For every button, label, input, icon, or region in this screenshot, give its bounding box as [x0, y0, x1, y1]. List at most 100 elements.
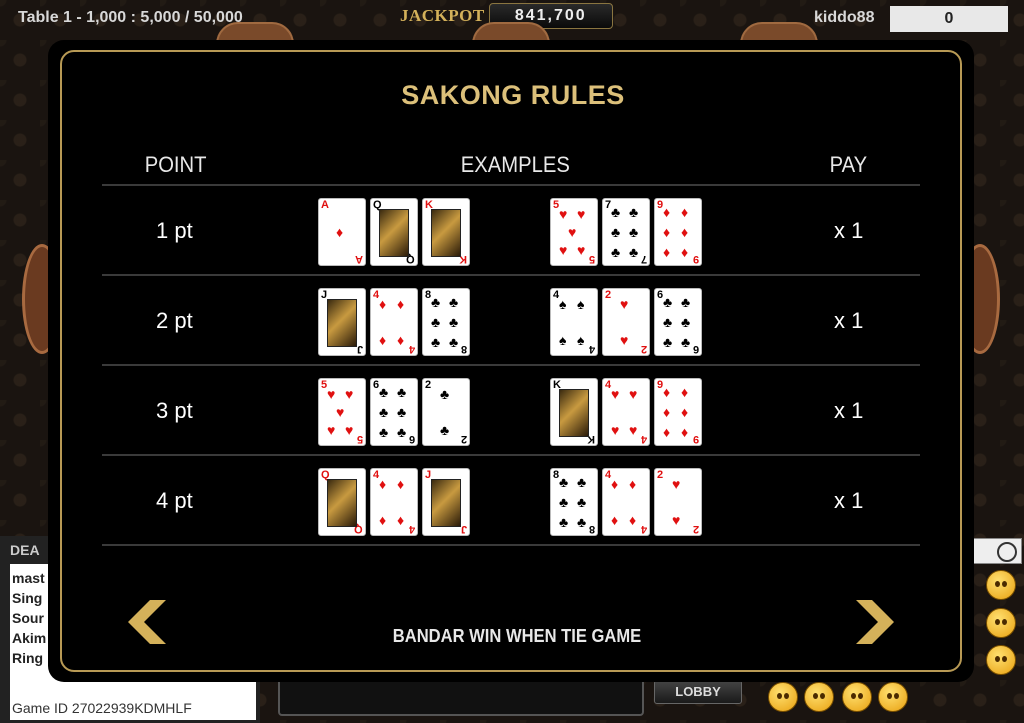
card-rank: 2: [640, 343, 647, 355]
card-suit-pip: ♣: [663, 314, 673, 330]
playing-card: 2 2 ♣ ♣: [422, 378, 470, 446]
card-suit-pip: ♠: [559, 332, 567, 348]
header-examples: EXAMPLES: [460, 152, 570, 177]
card-suit-pip: ♣: [577, 494, 587, 510]
card-suit-pip: ♦: [681, 404, 689, 420]
card-rank: 4: [408, 523, 415, 535]
card-rank: 2: [460, 433, 467, 445]
balance-display: 0: [890, 6, 1008, 32]
playing-card: 2 2 ♥ ♥: [602, 288, 650, 356]
playing-card: JJ: [318, 288, 366, 356]
card-suit-pip: ♦: [681, 384, 689, 400]
playing-card: A A ♦: [318, 198, 366, 266]
playing-card: 6 6 ♣ ♣ ♣ ♣ ♣ ♣: [370, 378, 418, 446]
rules-modal: SAKONG RULES POINT EXAMPLES PAY 1 pt x 1 A…: [48, 40, 974, 682]
card-suit-pip: ♥: [559, 242, 568, 258]
card-rank: 4: [640, 523, 647, 535]
card-suit-pip: ♥: [620, 296, 629, 312]
card-suit-pip: ♣: [681, 334, 691, 350]
card-suit-pip: ♦: [379, 296, 387, 312]
card-rank: 9: [692, 253, 699, 265]
card-suit-pip: ♦: [681, 204, 689, 220]
card-suit-pip: ♥: [620, 332, 629, 348]
card-suit-pip: ♦: [611, 512, 619, 528]
card-suit-pip: ♣: [681, 314, 691, 330]
card-suit-pip: ♦: [629, 476, 637, 492]
table-info: Table 1 - 1,000 : 5,000 / 50,000: [18, 9, 243, 26]
emoji-icon[interactable]: [804, 682, 834, 712]
emoji-icon[interactable]: [986, 570, 1016, 600]
card-rank: 2: [657, 469, 664, 481]
card-suit-pip: ♠: [577, 332, 585, 348]
card-suit-pip: ♦: [379, 512, 387, 528]
dealer-label: DEA: [10, 542, 40, 558]
playing-card: QQ: [370, 198, 418, 266]
card-rank: J: [356, 343, 363, 355]
divider: [102, 184, 920, 186]
point-label: 4 pt: [156, 488, 193, 513]
playing-card: 4 4 ♥ ♥ ♥ ♥: [602, 378, 650, 446]
divider: [102, 364, 920, 366]
playing-card: 5 5 ♥ ♥ ♥ ♥ ♥: [318, 378, 366, 446]
face-card-art: [327, 479, 357, 527]
playing-card: 4 4 ♠ ♠ ♠ ♠: [550, 288, 598, 356]
footer-note: BANDAR WIN WHEN TIE GAME: [392, 626, 642, 646]
card-rank: 9: [692, 433, 699, 445]
card-suit-pip: ♣: [449, 334, 459, 350]
search-box[interactable]: [972, 538, 1022, 564]
card-suit-pip: ♥: [577, 242, 586, 258]
emoji-icon[interactable]: [842, 682, 872, 712]
header-pay: PAY: [829, 152, 868, 177]
jackpot-label: JACKPOT: [400, 6, 485, 25]
divider: [102, 454, 920, 456]
search-icon[interactable]: [997, 542, 1017, 562]
card-rank: 5: [356, 433, 363, 445]
card-suit-pip: ♣: [440, 386, 450, 402]
card-rank: 6: [692, 343, 699, 355]
chat-input[interactable]: [278, 676, 644, 716]
card-suit-pip: ♣: [397, 384, 407, 400]
card-suit-pip: ♥: [672, 512, 681, 528]
card-suit-pip: ♥: [559, 206, 568, 222]
card-suit-pip: ♥: [336, 404, 345, 420]
card-suit-pip: ♣: [577, 514, 587, 530]
emoji-icon[interactable]: [986, 608, 1016, 638]
face-card-art: [327, 299, 357, 347]
card-suit-pip: ♥: [611, 422, 620, 438]
card-suit-pip: ♣: [663, 334, 673, 350]
card-suit-pip: ♥: [577, 206, 586, 222]
emoji-icon[interactable]: [878, 682, 908, 712]
card-rank: 4: [640, 433, 647, 445]
pay-label: x 1: [834, 218, 864, 243]
card-rank: 8: [460, 343, 467, 355]
emoji-icon[interactable]: [768, 682, 798, 712]
card-suit-pip: ♦: [663, 204, 671, 220]
card-suit-pip: ♥: [327, 386, 336, 402]
card-suit-pip: ♣: [577, 474, 587, 490]
rules-modal-frame: SAKONG RULES POINT EXAMPLES PAY 1 pt x 1 A…: [60, 50, 962, 672]
card-suit-pip: ♥: [345, 386, 354, 402]
lobby-button[interactable]: LOBBY: [654, 680, 742, 704]
emoji-icon[interactable]: [986, 645, 1016, 675]
card-suit-pip: ♦: [663, 384, 671, 400]
card-suit-pip: ♥: [327, 422, 336, 438]
card-rank: 5: [588, 253, 595, 265]
playing-card: 8 8 ♣ ♣ ♣ ♣ ♣ ♣: [422, 288, 470, 356]
card-suit-pip: ♣: [629, 204, 639, 220]
card-suit-pip: ♦: [379, 332, 387, 348]
card-suit-pip: ♦: [663, 244, 671, 260]
header-point: POINT: [144, 152, 207, 177]
divider: [102, 274, 920, 276]
card-suit-pip: ♠: [577, 296, 585, 312]
face-card-art: [559, 389, 589, 437]
face-card-art: [431, 209, 461, 257]
card-suit-pip: ♣: [379, 404, 389, 420]
pay-label: x 1: [834, 488, 864, 513]
card-suit-pip: ♣: [440, 422, 450, 438]
card-rank: A: [321, 199, 329, 211]
playing-card: 4 4 ♦ ♦ ♦ ♦: [602, 468, 650, 536]
card-suit-pip: ♣: [663, 294, 673, 310]
card-suit-pip: ♥: [629, 422, 638, 438]
playing-card: 7 7 ♣ ♣ ♣ ♣ ♣ ♣: [602, 198, 650, 266]
card-suit-pip: ♣: [431, 294, 441, 310]
